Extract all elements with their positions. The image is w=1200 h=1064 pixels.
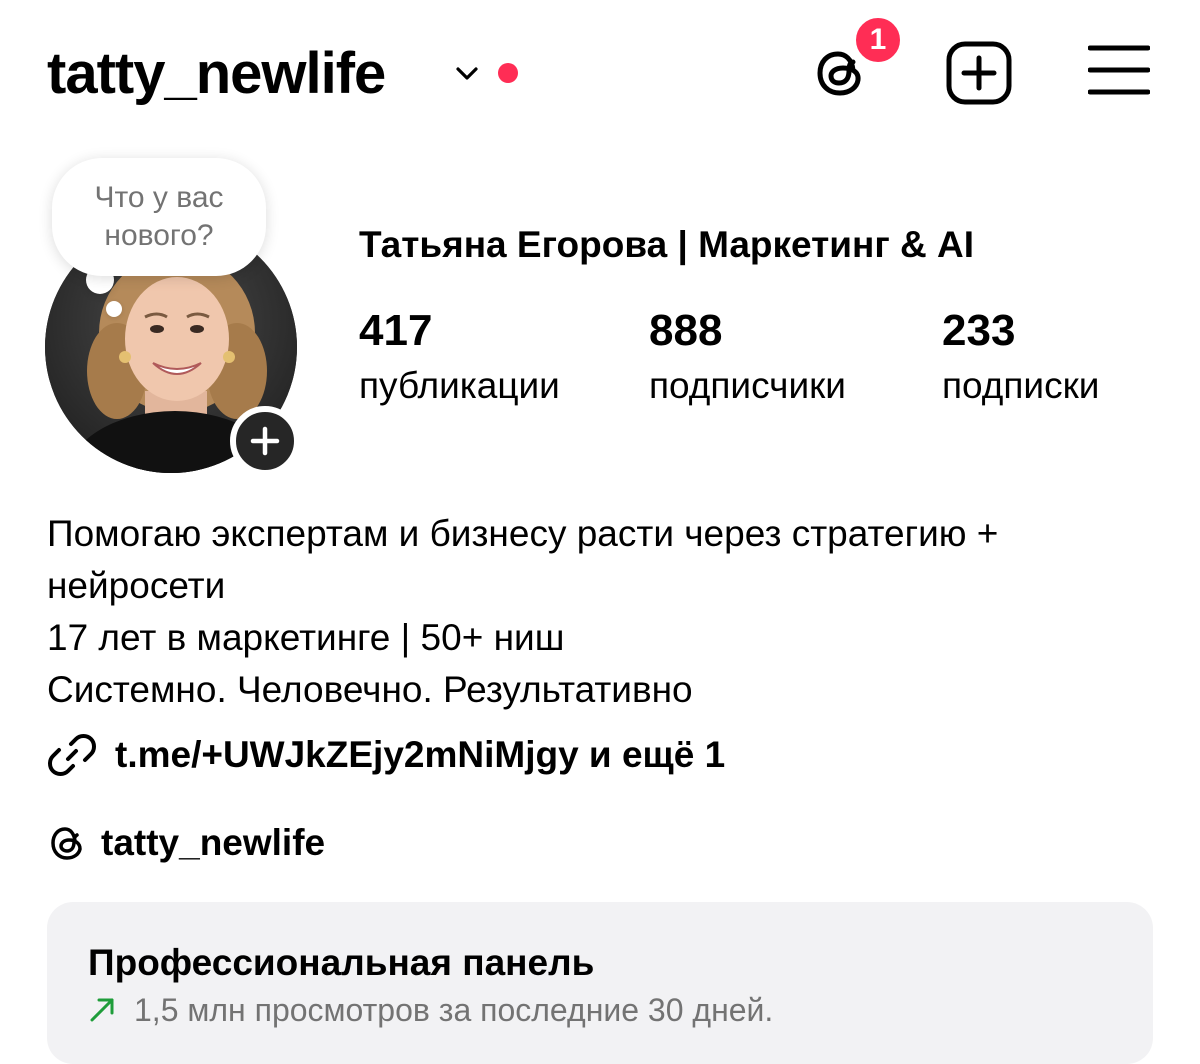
hamburger-menu-icon[interactable] <box>1088 42 1150 98</box>
bio-line: нейросети <box>47 565 226 606</box>
bio-line: Системно. Человечно. Результативно <box>47 669 693 710</box>
bio-link[interactable]: t.me/+UWJkZEjy2mNiMjgy и ещё 1 <box>47 730 725 780</box>
stat-posts-label: публикации <box>359 365 560 406</box>
professional-dashboard-subtitle: 1,5 млн просмотров за последние 30 дней. <box>134 991 774 1028</box>
profile-bio: Помогаю экспертам и бизнесу расти через … <box>47 508 1167 716</box>
stat-following-label: подписки <box>942 365 1100 406</box>
plus-icon <box>250 426 280 456</box>
note-bubble[interactable]: Что у вас нового? <box>52 158 266 276</box>
professional-dashboard-title: Профессиональная панель <box>88 942 595 983</box>
stat-following-value: 233 <box>942 306 1016 355</box>
stat-followers-label: подписчики <box>649 365 846 406</box>
stat-following[interactable]: 233 подписки <box>942 306 1099 412</box>
professional-dashboard[interactable]: Профессиональная панель 1,5 млн просмотр… <box>47 902 1153 1064</box>
profile-full-name: Татьяна Егорова | Маркетинг & AI <box>359 224 975 265</box>
profile-header: tatty_newlife 1 <box>0 0 1200 150</box>
chevron-down-icon[interactable] <box>452 58 482 88</box>
professional-dashboard-stats: 1,5 млн просмотров за последние 30 дней. <box>88 988 773 1032</box>
link-icon <box>48 734 96 776</box>
stat-followers-value: 888 <box>649 306 723 355</box>
account-notification-dot <box>498 63 518 83</box>
note-bubble-tail-small <box>106 301 122 317</box>
threads-icon <box>51 827 82 860</box>
add-post-icon[interactable] <box>944 40 1014 106</box>
add-story-button[interactable] <box>230 406 300 476</box>
threads-profile-link[interactable]: tatty_newlife <box>47 818 325 868</box>
bio-line: Помогаю экспертам и бизнесу расти через … <box>47 513 999 554</box>
threads-handle[interactable]: tatty_newlife <box>101 822 325 864</box>
stat-posts-value: 417 <box>359 306 433 355</box>
bio-link-text[interactable]: t.me/+UWJkZEjy2mNiMjgy и ещё 1 <box>115 734 725 776</box>
notification-badge: 1 <box>852 14 904 66</box>
bio-line: 17 лет в маркетинге | 50+ ниш <box>47 617 565 658</box>
stat-posts[interactable]: 417 публикации <box>359 306 560 412</box>
trend-up-arrow-icon <box>90 998 114 1022</box>
note-bubble-text: Что у вас нового? <box>94 181 224 252</box>
account-username[interactable]: tatty_newlife <box>47 40 386 108</box>
stat-followers[interactable]: 888 подписчики <box>649 306 846 412</box>
